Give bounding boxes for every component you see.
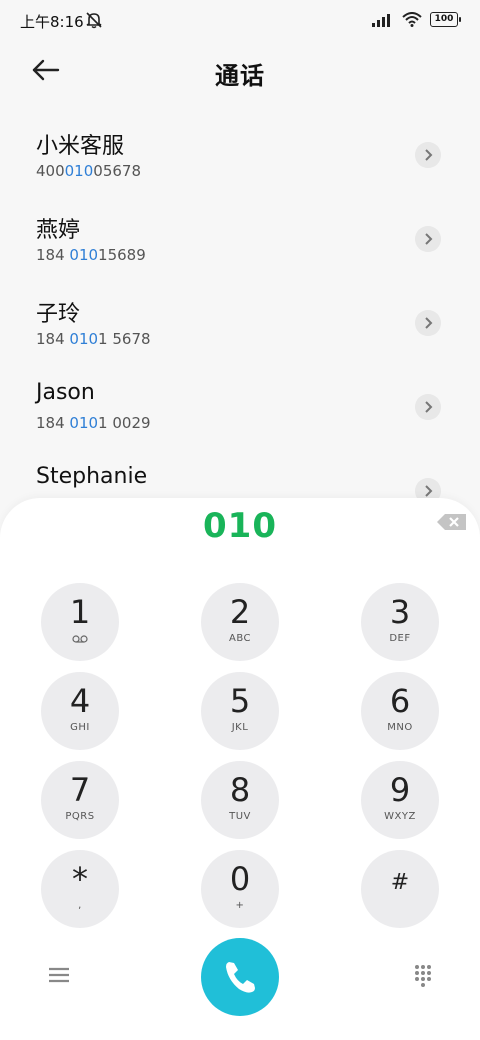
contact-name: Jason (36, 380, 95, 405)
contact-number: 184 01015689 (36, 246, 146, 264)
dial-input[interactable]: 010 (0, 506, 480, 546)
chevron-right-icon[interactable] (415, 226, 441, 252)
page-title: 通话 (215, 62, 265, 90)
voicemail-icon (72, 635, 88, 643)
key-4[interactable]: 4 GHI (41, 672, 119, 750)
dialpad-icon[interactable] (408, 962, 438, 988)
header: 通话 (0, 48, 480, 92)
chevron-right-icon[interactable] (415, 142, 441, 168)
battery-indicator: 100 (430, 12, 461, 27)
contact-name: 小米客服 (36, 134, 125, 159)
key-1[interactable]: 1 (41, 583, 119, 661)
call-button[interactable] (201, 938, 279, 1016)
contact-item[interactable]: Jason 184 0101 0029 (0, 364, 480, 448)
status-time: 上午8:16 (20, 13, 84, 31)
key-8[interactable]: 8 TUV (201, 761, 279, 839)
signal-icon (372, 13, 390, 27)
contact-name: 子玲 (36, 302, 81, 327)
bell-muted-icon (86, 12, 102, 29)
menu-icon[interactable] (44, 962, 74, 988)
chevron-right-icon[interactable] (415, 310, 441, 336)
contact-item[interactable]: 燕婷 184 01015689 (0, 196, 480, 280)
contact-number: 40001005678 (36, 162, 141, 180)
backspace-icon[interactable] (436, 512, 468, 532)
key-hash[interactable]: # (361, 850, 439, 928)
key-6[interactable]: 6 MNO (361, 672, 439, 750)
key-2[interactable]: 2 ABC (201, 583, 279, 661)
contact-number: 184 0101 5678 (36, 330, 151, 348)
contact-item[interactable]: 子玲 184 0101 5678 (0, 280, 480, 364)
status-bar: 上午8:16 100 (0, 0, 480, 40)
key-5[interactable]: 5 JKL (201, 672, 279, 750)
contact-number: 184 0101 0029 (36, 414, 151, 432)
key-0[interactable]: 0 + (201, 850, 279, 928)
wifi-icon (402, 12, 422, 27)
contact-name: Stephanie (36, 464, 148, 489)
contact-item[interactable]: 小米客服 40001005678 (0, 112, 480, 196)
key-9[interactable]: 9 WXYZ (361, 761, 439, 839)
key-7[interactable]: 7 PQRS (41, 761, 119, 839)
contact-name: 燕婷 (36, 218, 81, 243)
chevron-right-icon[interactable] (415, 394, 441, 420)
key-3[interactable]: 3 DEF (361, 583, 439, 661)
dialer-panel: 010 1 2 ABC 3 DEF 4 GHI 5 JKL 6 MNO 7 PQRS 8 TU… (0, 498, 480, 1040)
phone-icon (226, 962, 255, 993)
key-star[interactable]: *, (41, 850, 119, 928)
